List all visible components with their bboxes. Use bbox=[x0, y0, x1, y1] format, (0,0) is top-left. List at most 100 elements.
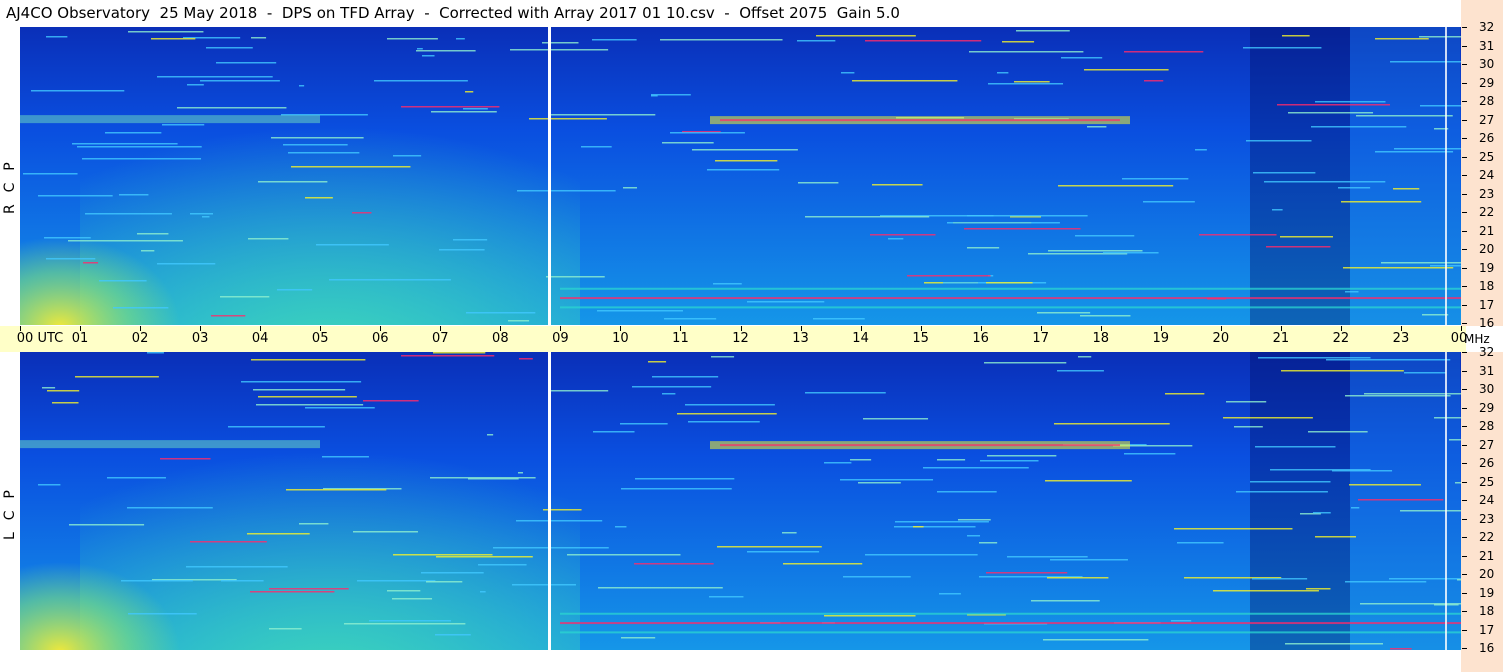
interference-line bbox=[517, 190, 616, 192]
freq-tick-label: 19 bbox=[1479, 585, 1495, 600]
interference-line bbox=[707, 169, 780, 171]
freq-tick bbox=[1462, 101, 1467, 102]
interference-line bbox=[685, 404, 775, 406]
interference-line bbox=[662, 142, 714, 144]
interference-line bbox=[713, 283, 742, 285]
interference-line bbox=[99, 280, 147, 282]
interference-line bbox=[1177, 542, 1224, 544]
interference-line bbox=[433, 352, 486, 354]
freq-tick bbox=[1462, 119, 1467, 121]
interference-line bbox=[286, 489, 387, 491]
interference-line bbox=[251, 359, 366, 361]
interference-line bbox=[1389, 578, 1461, 580]
interference-line bbox=[1174, 528, 1293, 530]
interference-line bbox=[662, 393, 676, 395]
freq-tick-label: 18 bbox=[1479, 604, 1495, 618]
interference-line bbox=[1315, 101, 1386, 103]
freq-tick bbox=[1462, 249, 1467, 250]
polarization-label-lcp: L C P bbox=[2, 489, 18, 540]
freq-tick bbox=[1462, 555, 1467, 557]
freq-tick-label: 16 bbox=[1479, 641, 1495, 655]
interference-line bbox=[1285, 643, 1383, 645]
interference-line bbox=[250, 591, 335, 593]
interference-line bbox=[291, 166, 411, 168]
interference-line bbox=[984, 362, 1067, 364]
interference-line bbox=[393, 554, 493, 556]
interference-line bbox=[52, 402, 79, 404]
freq-tick-label: 23 bbox=[1479, 511, 1495, 526]
interference-line bbox=[228, 426, 325, 428]
freq-tick-label: 31 bbox=[1479, 38, 1495, 53]
interference-line bbox=[439, 249, 485, 251]
time-tick-label: 20 bbox=[1212, 331, 1230, 346]
interference-line bbox=[277, 289, 313, 291]
interference-line bbox=[23, 173, 78, 175]
interference-line bbox=[1087, 126, 1107, 128]
interference-line bbox=[344, 623, 466, 625]
freq-tick bbox=[1462, 481, 1467, 483]
interference-line bbox=[478, 564, 527, 566]
interference-line bbox=[1195, 149, 1207, 151]
interference-line bbox=[958, 519, 991, 521]
spectrogram-lcp bbox=[20, 352, 1461, 650]
interference-line bbox=[221, 580, 264, 582]
interference-line bbox=[75, 376, 159, 378]
interference-line bbox=[550, 390, 609, 392]
interference-line bbox=[937, 459, 966, 461]
interference-line bbox=[805, 392, 886, 394]
chart-title: AJ4CO Observatory 25 May 2018 - DPS on T… bbox=[6, 4, 900, 22]
interference-line bbox=[1288, 112, 1374, 114]
time-tick-label: 06 bbox=[371, 331, 389, 346]
interference-line bbox=[512, 584, 576, 586]
interference-line bbox=[1054, 423, 1170, 425]
interference-line bbox=[77, 146, 202, 148]
freq-tick bbox=[1462, 138, 1467, 139]
interference-line bbox=[997, 72, 1009, 74]
interference-line bbox=[988, 83, 1064, 85]
interference-line bbox=[288, 152, 360, 154]
freq-tick-label: 26 bbox=[1479, 456, 1495, 470]
interference-line bbox=[1375, 38, 1429, 40]
band-low-freq bbox=[560, 612, 1461, 615]
interference-line bbox=[422, 55, 435, 57]
interference-line bbox=[529, 118, 607, 120]
interference-line bbox=[271, 137, 364, 139]
freq-tick bbox=[1462, 64, 1467, 65]
interference-line bbox=[1057, 370, 1104, 372]
interference-line bbox=[840, 479, 934, 481]
interference-line bbox=[1326, 359, 1451, 361]
interference-line bbox=[519, 358, 533, 360]
freq-tick-label: 23 bbox=[1479, 186, 1495, 201]
interference-line bbox=[717, 546, 822, 548]
interference-line bbox=[1393, 188, 1420, 190]
frequency-unit-label: MHz bbox=[1464, 332, 1490, 346]
interference-line bbox=[947, 222, 1060, 224]
evening-band bbox=[1350, 27, 1460, 325]
interference-line bbox=[468, 478, 519, 480]
freq-tick bbox=[1462, 629, 1467, 631]
interference-line bbox=[369, 620, 451, 622]
interference-line bbox=[401, 355, 495, 357]
interference-line bbox=[670, 132, 745, 134]
interference-line bbox=[969, 51, 1084, 53]
interference-line bbox=[1171, 620, 1192, 622]
interference-line bbox=[692, 149, 798, 151]
interference-line bbox=[870, 234, 936, 236]
interference-line bbox=[597, 310, 683, 312]
time-axis: 00 UTC 01 02 03 04 05 06 07 08 09 10 11 12 13 14 15 16 17… bbox=[0, 326, 1467, 352]
interference-line bbox=[128, 31, 204, 33]
freq-tick bbox=[1462, 518, 1467, 520]
interference-line bbox=[202, 216, 210, 218]
interference-line bbox=[1351, 507, 1360, 509]
interference-line bbox=[549, 114, 656, 116]
freq-tick-label: 28 bbox=[1479, 419, 1495, 433]
freq-tick bbox=[1462, 574, 1467, 575]
freq-tick-label: 28 bbox=[1479, 94, 1495, 108]
interference-line bbox=[421, 572, 484, 574]
interference-line bbox=[211, 315, 246, 317]
interference-line bbox=[634, 563, 714, 565]
spectrogram-rcp-image bbox=[20, 27, 1461, 325]
spectrogram-rcp bbox=[20, 27, 1461, 325]
interference-line bbox=[401, 106, 500, 108]
freq-tick-label: 30 bbox=[1479, 57, 1495, 71]
